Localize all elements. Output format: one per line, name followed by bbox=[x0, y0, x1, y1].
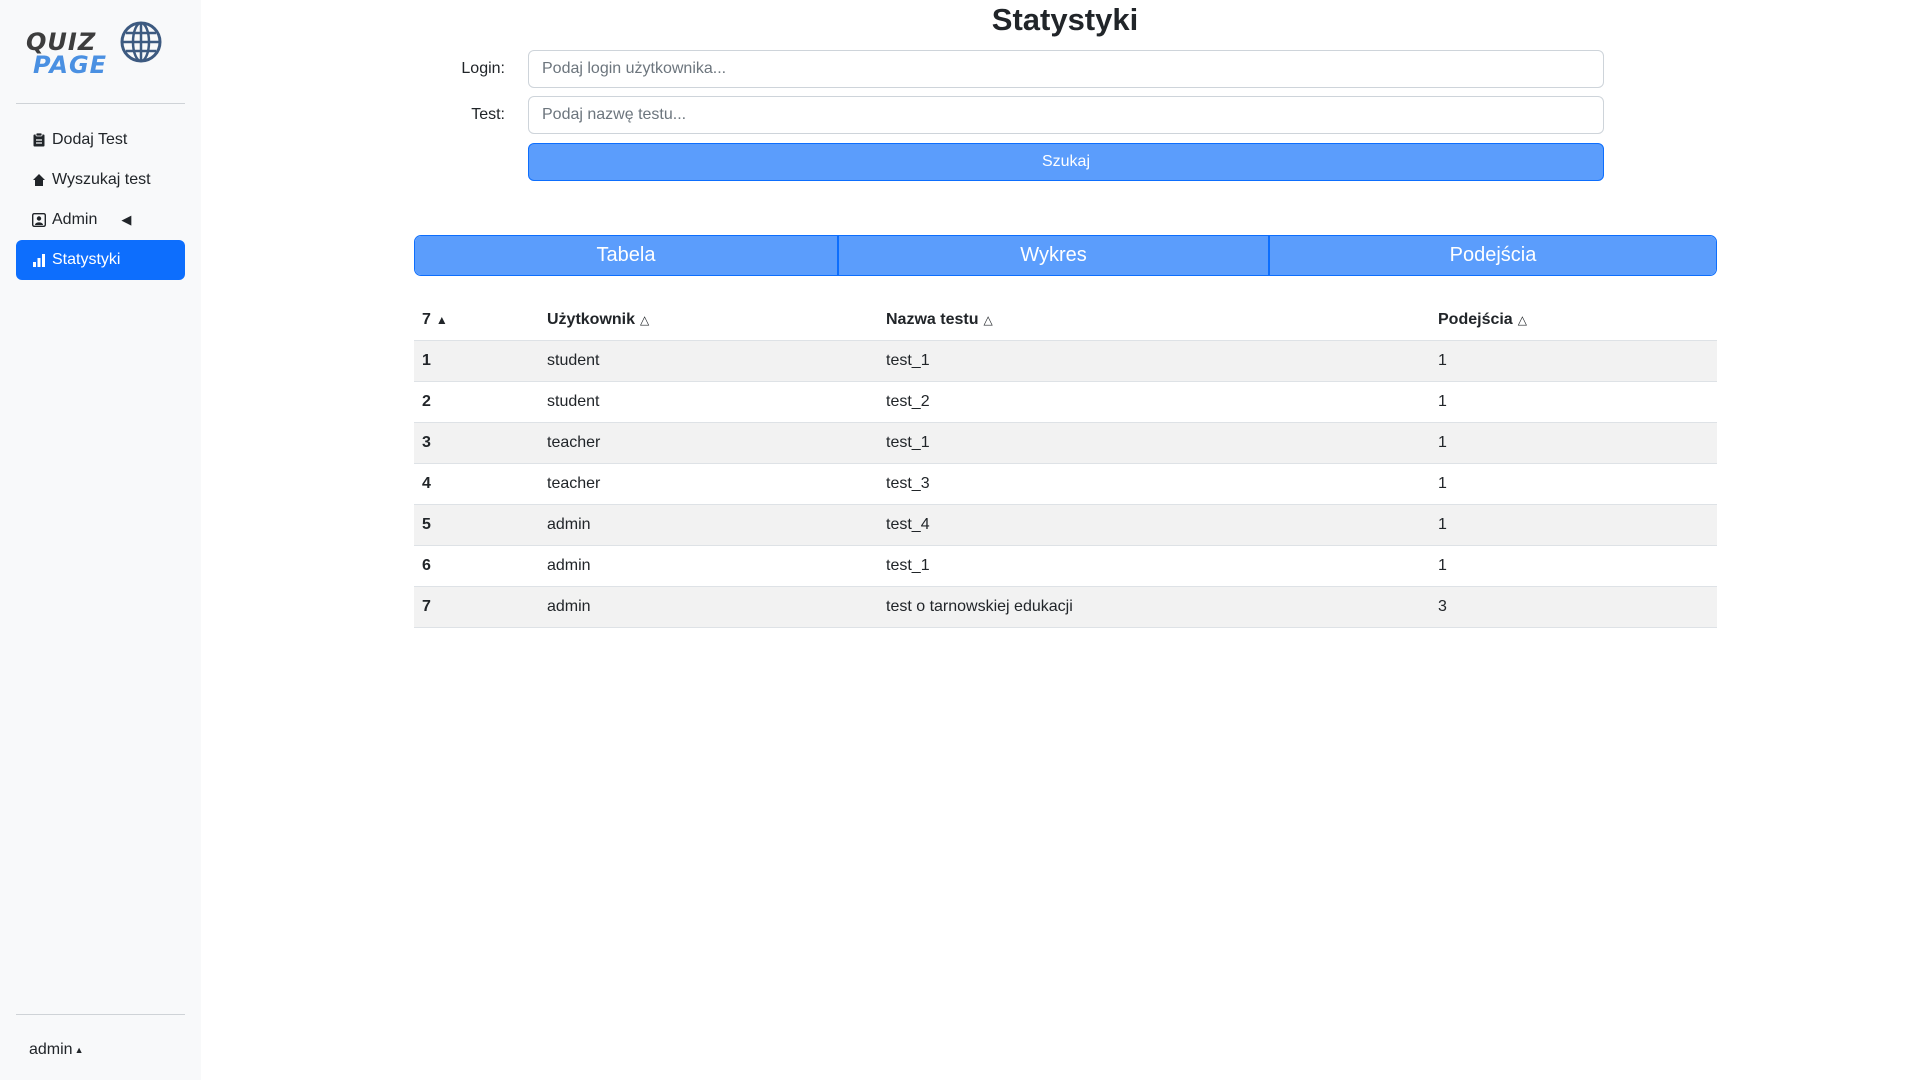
cell-attempts: 1 bbox=[1430, 545, 1717, 587]
table-row: 4 teacher test_3 1 bbox=[414, 463, 1717, 505]
cell-attempts: 1 bbox=[1430, 340, 1717, 382]
sidebar-item-label: Wyszukaj test bbox=[52, 171, 151, 188]
cell-test-name: test_1 bbox=[878, 422, 1430, 464]
cell-user: admin bbox=[539, 545, 878, 587]
cell-attempts: 1 bbox=[1430, 381, 1717, 423]
quiz-page-logo[interactable]: QUIZ PAGE bbox=[26, 20, 166, 79]
cell-index: 3 bbox=[414, 422, 539, 464]
test-label: Test: bbox=[471, 106, 505, 123]
table-row: 5 admin test_4 1 bbox=[414, 504, 1717, 546]
sidebar-item-wyszukaj-test[interactable]: Wyszukaj test bbox=[16, 160, 185, 200]
cell-user: admin bbox=[539, 586, 878, 628]
table-header-row: 7 ▲ Użytkownik △ Nazwa testu △ Podejścia △ bbox=[414, 300, 1717, 341]
sort-asc-filled-icon: ▲ bbox=[435, 313, 448, 327]
cell-test-name: test_2 bbox=[878, 381, 1430, 423]
sidebar-item-label: Admin bbox=[52, 211, 98, 228]
sidebar-item-label: Dodaj Test bbox=[52, 131, 128, 148]
header-label: 7 bbox=[422, 311, 431, 328]
home-icon bbox=[32, 173, 46, 187]
sort-outline-icon: △ bbox=[640, 313, 650, 327]
cell-test-name: test_1 bbox=[878, 340, 1430, 382]
page-title: Statystyki bbox=[991, 2, 1139, 37]
column-header-attempts[interactable]: Podejścia △ bbox=[1430, 300, 1717, 341]
cell-user: teacher bbox=[539, 463, 878, 505]
header-label: Nazwa testu bbox=[886, 311, 979, 328]
user-name: admin bbox=[29, 1041, 73, 1058]
caret-up-icon: ▲ bbox=[74, 1045, 84, 1055]
sidebar: QUIZ PAGE Dodaj Test Wyszukaj test Admin… bbox=[0, 0, 201, 1080]
login-input[interactable] bbox=[528, 50, 1604, 88]
cell-test-name: test_4 bbox=[878, 504, 1430, 546]
sidebar-divider-top bbox=[16, 103, 185, 104]
column-header-test-name[interactable]: Nazwa testu △ bbox=[878, 300, 1430, 341]
logo-text-page: PAGE bbox=[33, 51, 108, 79]
cell-index: 6 bbox=[414, 545, 539, 587]
cell-attempts: 1 bbox=[1430, 504, 1717, 546]
cell-user: teacher bbox=[539, 422, 878, 464]
cell-attempts: 3 bbox=[1430, 586, 1717, 628]
login-label: Login: bbox=[461, 60, 505, 77]
header-label: Użytkownik bbox=[547, 311, 636, 328]
globe-icon bbox=[120, 21, 162, 63]
clipboard-icon bbox=[32, 133, 46, 147]
sidebar-nav: Dodaj Test Wyszukaj test Admin ◀ Statyst… bbox=[16, 120, 185, 280]
table-row: 1 student test_1 1 bbox=[414, 340, 1717, 382]
cell-attempts: 1 bbox=[1430, 463, 1717, 505]
statistics-table: 7 ▲ Użytkownik △ Nazwa testu △ Podejścia △ 1… bbox=[414, 300, 1717, 628]
column-header-index[interactable]: 7 ▲ bbox=[414, 300, 539, 341]
test-name-input[interactable] bbox=[528, 96, 1604, 134]
cell-user: student bbox=[539, 340, 878, 382]
header-label: Podejścia bbox=[1438, 311, 1513, 328]
column-header-user[interactable]: Użytkownik △ bbox=[539, 300, 878, 341]
view-tabs: Tabela Wykres Podejścia bbox=[414, 235, 1717, 276]
cell-test-name: test o tarnowskiej edukacji bbox=[878, 586, 1430, 628]
cell-attempts: 1 bbox=[1430, 422, 1717, 464]
tab-tabela[interactable]: Tabela bbox=[415, 236, 837, 275]
cell-test-name: test_3 bbox=[878, 463, 1430, 505]
sidebar-item-statystyki[interactable]: Statystyki bbox=[16, 240, 185, 280]
person-badge-icon bbox=[32, 213, 46, 227]
sidebar-divider-bottom bbox=[16, 1014, 185, 1015]
cell-user: admin bbox=[539, 504, 878, 546]
tab-wykres[interactable]: Wykres bbox=[837, 236, 1268, 275]
table-row: 2 student test_2 1 bbox=[414, 381, 1717, 423]
sort-outline-icon: △ bbox=[983, 313, 993, 327]
table-row: 3 teacher test_1 1 bbox=[414, 422, 1717, 464]
bar-chart-icon bbox=[32, 253, 46, 267]
sidebar-item-label: Statystyki bbox=[52, 251, 121, 268]
cell-index: 2 bbox=[414, 381, 539, 423]
cell-index: 7 bbox=[414, 586, 539, 628]
table-row: 7 admin test o tarnowskiej edukacji 3 bbox=[414, 586, 1717, 628]
sidebar-item-dodaj-test[interactable]: Dodaj Test bbox=[16, 120, 185, 160]
cell-index: 5 bbox=[414, 504, 539, 546]
cell-test-name: test_1 bbox=[878, 545, 1430, 587]
cell-index: 1 bbox=[414, 340, 539, 382]
tab-podejscia[interactable]: Podejścia bbox=[1268, 236, 1716, 275]
caret-left-icon: ◀ bbox=[121, 212, 132, 227]
sidebar-item-admin[interactable]: Admin ◀ bbox=[16, 200, 185, 240]
table-row: 6 admin test_1 1 bbox=[414, 545, 1717, 587]
search-button[interactable]: Szukaj bbox=[528, 143, 1604, 181]
cell-user: student bbox=[539, 381, 878, 423]
user-menu[interactable]: admin ▲ bbox=[29, 1041, 84, 1059]
cell-index: 4 bbox=[414, 463, 539, 505]
sort-outline-icon: △ bbox=[1517, 313, 1527, 327]
